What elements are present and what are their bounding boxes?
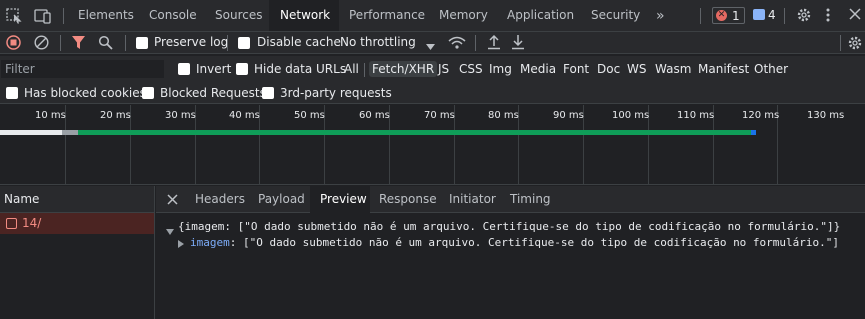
network-conditions-icon[interactable] (448, 35, 466, 53)
tab-timing[interactable]: Timing (510, 186, 551, 213)
filter-funnel-icon[interactable] (71, 35, 86, 53)
preview-property-value: : ["O dado submetido não é um arquivo. C… (229, 236, 840, 249)
more-options-icon[interactable] (826, 7, 830, 26)
search-icon[interactable] (98, 35, 113, 53)
expand-toggle-open-icon[interactable] (166, 225, 174, 238)
more-tabs-icon[interactable]: » (656, 9, 665, 23)
error-icon: ✕ (716, 10, 727, 21)
preview-property-key: imagem (190, 236, 230, 249)
tab-security[interactable]: Security (591, 0, 640, 31)
tab-elements[interactable]: Elements (78, 0, 134, 31)
message-count-badge[interactable]: 4 (750, 7, 779, 24)
timeline-bar-stalled (62, 130, 78, 135)
timeline-tick: 120 ms (742, 110, 780, 121)
blocked-requests-checkbox[interactable] (142, 87, 154, 99)
tab-console[interactable]: Console (149, 0, 197, 31)
third-party-requests-checkbox[interactable] (262, 87, 274, 99)
filter-input[interactable] (1, 60, 164, 78)
devtools-tabbar: Elements Console Sources Network Perform… (0, 0, 865, 32)
close-detail-icon[interactable] (167, 194, 178, 208)
record-stop-icon[interactable] (6, 35, 21, 53)
preserve-log-label: Preserve log (154, 35, 229, 49)
filter-type-ws[interactable]: WS (627, 62, 646, 76)
filter-type-wasm[interactable]: Wasm (655, 62, 691, 76)
message-count: 4 (768, 8, 776, 22)
timeline-tick: 30 ms (165, 110, 196, 121)
has-blocked-cookies-checkbox[interactable] (6, 87, 18, 99)
tab-sources[interactable]: Sources (215, 0, 262, 31)
settings-gear-icon[interactable] (796, 7, 812, 26)
hide-data-urls-label: Hide data URLs (254, 62, 347, 76)
tab-network[interactable]: Network (269, 0, 339, 31)
timeline-tick: 100 ms (612, 110, 650, 121)
timeline-tick: 130 ms (807, 110, 845, 121)
close-devtools-icon[interactable] (849, 8, 861, 23)
tab-memory[interactable]: Memory (439, 0, 488, 31)
invert-label: Invert (196, 62, 232, 76)
filter-type-js[interactable]: JS (438, 62, 449, 76)
export-har-icon[interactable] (511, 34, 525, 53)
filter-type-media[interactable]: Media (520, 62, 556, 76)
disable-cache-label: Disable cache (257, 35, 341, 49)
filter-type-css[interactable]: CSS (459, 62, 483, 76)
timeline-bar-waiting (78, 130, 751, 135)
clear-icon[interactable] (34, 35, 49, 53)
request-name: 14/ (22, 216, 42, 230)
timeline-tick: 20 ms (100, 110, 131, 121)
timeline-bar-download (751, 130, 756, 135)
timeline-tick: 10 ms (35, 110, 66, 121)
timeline-bar-queued (0, 130, 62, 135)
filter-type-img[interactable]: Img (489, 62, 512, 76)
timeline-tick: 60 ms (359, 110, 390, 121)
request-row[interactable]: 14/ (0, 213, 154, 234)
filter-type-doc[interactable]: Doc (597, 62, 620, 76)
network-toolbar: Preserve log Disable cache No throttling (0, 32, 865, 54)
tab-application[interactable]: Application (507, 0, 574, 31)
filter-type-manifest[interactable]: Manifest (698, 62, 749, 76)
filter-bar-secondary: Has blocked cookies Blocked Requests 3rd… (0, 82, 865, 104)
timeline-tick: 40 ms (229, 110, 260, 121)
request-list: Name 14/ (0, 186, 155, 319)
timeline-tick: 80 ms (488, 110, 519, 121)
name-column-header[interactable]: Name (0, 186, 154, 213)
timeline-tick: 70 ms (424, 110, 455, 121)
timeline-tick: 110 ms (677, 110, 715, 121)
preview-root-object[interactable]: {imagem: ["O dado submetido não é um arq… (178, 220, 840, 233)
invert-checkbox[interactable] (178, 63, 190, 75)
import-har-icon[interactable] (487, 34, 501, 53)
network-settings-gear-icon[interactable] (847, 35, 863, 54)
preview-property-row[interactable]: imagem: ["O dado submetido não é um arqu… (190, 236, 839, 249)
third-party-requests-label: 3rd-party requests (280, 86, 392, 100)
has-blocked-cookies-label: Has blocked cookies (24, 86, 146, 100)
timeline-tick: 50 ms (294, 110, 325, 121)
device-toolbar-icon[interactable] (34, 8, 52, 27)
inspect-element-icon[interactable] (6, 8, 22, 27)
timeline-overview[interactable]: 10 ms 20 ms 30 ms 40 ms 50 ms 60 ms 70 m… (0, 105, 865, 185)
request-detail-tabs: Headers Payload Preview Response Initiat… (156, 186, 865, 213)
tab-response[interactable]: Response (379, 186, 437, 213)
filter-type-fetch-xhr[interactable]: Fetch/XHR (369, 61, 438, 77)
tab-payload[interactable]: Payload (258, 186, 305, 213)
blocked-requests-label: Blocked Requests (160, 86, 266, 100)
filter-type-other[interactable]: Other (754, 62, 788, 76)
request-error-icon (6, 218, 17, 229)
tab-preview[interactable]: Preview (310, 186, 370, 213)
message-icon (753, 9, 765, 20)
error-count-badge[interactable]: ✕ 1 (712, 7, 745, 24)
filter-type-all[interactable]: All (344, 62, 359, 76)
error-count: 1 (732, 9, 740, 23)
timeline-tick: 90 ms (553, 110, 584, 121)
tab-performance[interactable]: Performance (349, 0, 425, 31)
tab-initiator[interactable]: Initiator (449, 186, 496, 213)
filter-type-font[interactable]: Font (563, 62, 589, 76)
hide-data-urls-checkbox[interactable] (236, 63, 248, 75)
filter-bar: Invert Hide data URLs All Fetch/XHR JS C… (0, 56, 865, 82)
tab-headers[interactable]: Headers (195, 186, 245, 213)
preserve-log-checkbox[interactable] (136, 37, 148, 49)
chevron-down-icon[interactable] (426, 39, 435, 53)
disable-cache-checkbox[interactable] (238, 37, 250, 49)
throttling-select[interactable]: No throttling (340, 35, 416, 49)
expand-toggle-closed-icon[interactable] (178, 238, 184, 251)
preview-panel: {imagem: ["O dado submetido não é um arq… (156, 214, 865, 319)
